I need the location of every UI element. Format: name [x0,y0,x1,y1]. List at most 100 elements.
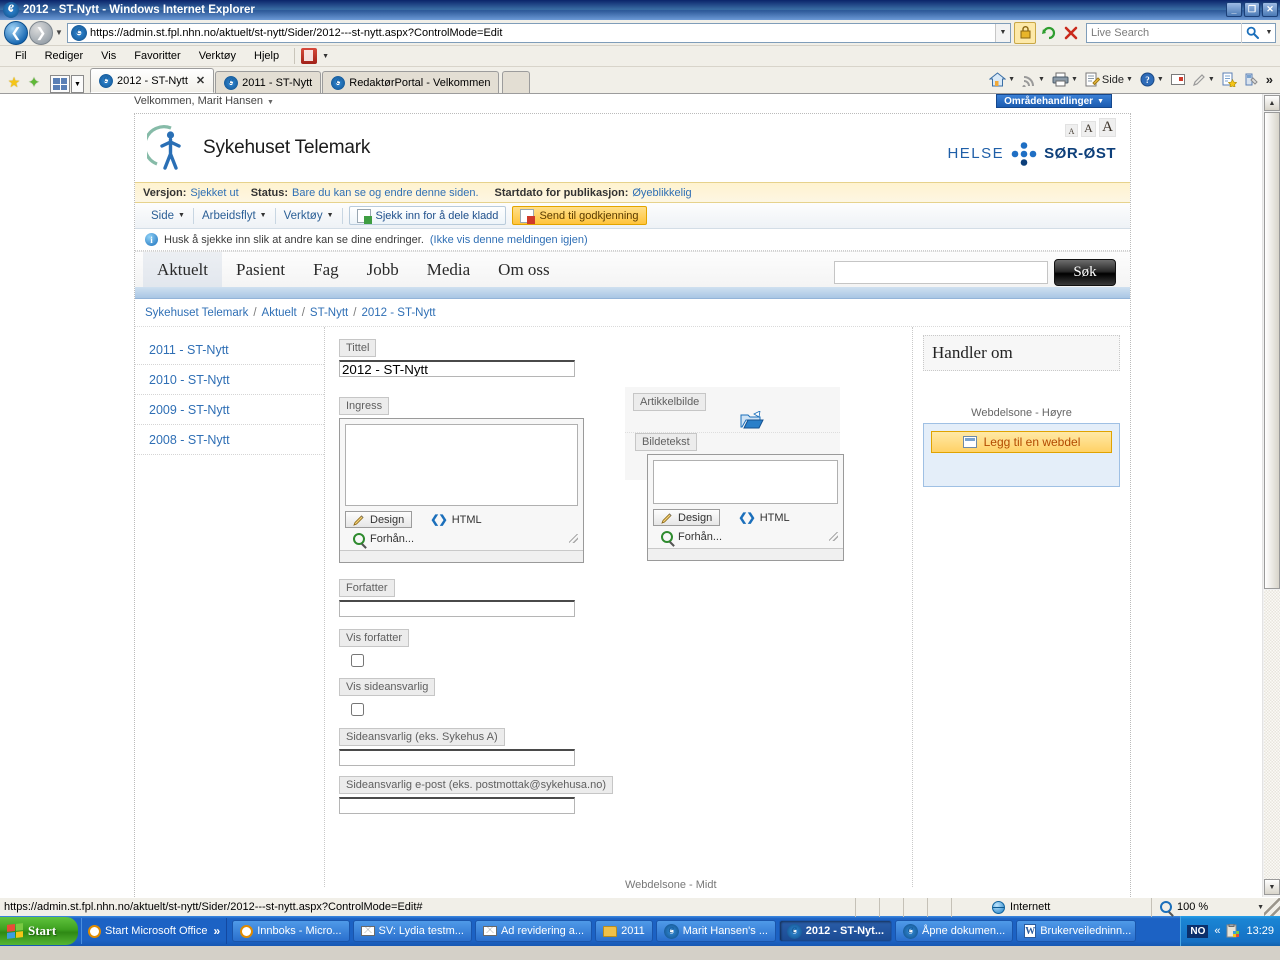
font-size-large-button[interactable]: A [1099,118,1116,137]
add-to-favorites-bar-button[interactable] [1219,69,1240,91]
favorites-star-icon[interactable]: ★ [4,71,24,93]
welcome-menu[interactable]: Velkommen, Marit Hansen ▼ [134,95,274,107]
ribbon-menu-side[interactable]: Side ▼ [143,210,193,222]
page-scrollbar[interactable]: ▲ ▼ [1262,94,1280,897]
breadcrumb-item-1[interactable]: Aktuelt [262,307,297,319]
tittel-input[interactable] [339,360,575,377]
scrollbar-track[interactable] [1264,590,1280,879]
hide-message-link[interactable]: (Ikke vis denne meldingen igjen) [430,234,588,246]
taskbar-task-3[interactable]: 2011 [595,920,653,942]
chevron-down-icon[interactable]: ▼ [1038,76,1045,83]
safety-button[interactable] [1168,69,1188,91]
left-nav-item-2009[interactable]: 2009 - ST-Nytt [135,395,324,425]
bildetekst-preview-button[interactable]: Forhån... [653,528,730,545]
restore-button[interactable]: ❐ [1244,2,1260,17]
url-bar[interactable]: https://admin.st.fpl.nhn.no/aktuelt/st-n… [67,22,1011,43]
resize-grip-icon[interactable] [569,534,578,543]
left-nav-item-2011[interactable]: 2011 - ST-Nytt [135,335,324,365]
back-button[interactable]: ❮ [4,20,28,45]
help-button[interactable]: ? ▼ [1137,69,1167,91]
add-webpart-button[interactable]: Legg til en webdel [931,431,1112,453]
taskbar-task-4[interactable]: Marit Hansen's ... [655,920,776,942]
taskbar-task-1[interactable]: SV: Lydia testm... [352,920,472,942]
forfatter-input[interactable] [339,600,575,617]
ribbon-menu-verktoy[interactable]: Verktøy ▼ [276,210,342,222]
ingress-html-button[interactable]: ❮❯ HTML [422,511,489,528]
tray-expand-icon[interactable]: « [1214,925,1220,937]
edit-button[interactable]: ▼ [1189,69,1218,91]
chevron-down-icon[interactable]: ▼ [1208,76,1215,83]
quick-tabs-button[interactable] [50,75,70,93]
sideansvarlig-epost-input[interactable] [339,797,575,814]
ribbon-menu-arbeidsflyt[interactable]: Arbeidsflyt ▼ [194,210,275,222]
bildetekst-html-button[interactable]: ❮❯ HTML [730,509,797,526]
open-folder-icon[interactable] [740,410,764,429]
ingress-design-button[interactable]: Design [345,511,413,528]
menu-item-vis[interactable]: Vis [92,48,125,64]
quick-launch-office[interactable]: Start Microsoft Office [88,924,208,938]
bildetekst-design-button[interactable]: Design [653,509,721,526]
refresh-button[interactable] [1037,22,1059,44]
tools-button[interactable] [1241,69,1262,91]
tray-app-icon[interactable] [1226,923,1240,938]
home-button[interactable]: ▼ [986,69,1018,91]
nav-item-fag[interactable]: Fag [299,252,353,287]
tab-list-dropdown-icon[interactable]: ▼ [71,75,84,93]
taskbar-task-6[interactable]: Åpne dokumen... [895,920,1014,942]
close-button[interactable]: ✕ [1262,2,1278,17]
menu-item-favoritter[interactable]: Favoritter [125,48,189,64]
pdf-toolbar-icon[interactable] [301,48,318,64]
nav-item-om-oss[interactable]: Om oss [484,252,563,287]
live-search-box[interactable]: Live Search ▼ [1086,22,1276,43]
site-actions-button[interactable]: Områdehandlinger ▼ [996,94,1112,108]
font-size-small-button[interactable]: A [1065,124,1078,137]
menu-item-verktoy[interactable]: Verktøy [190,48,245,64]
ingress-preview-button[interactable]: Forhån... [345,530,422,547]
scroll-down-button[interactable]: ▼ [1264,879,1280,895]
font-size-medium-button[interactable]: A [1081,121,1096,137]
taskbar-task-2[interactable]: Ad revidering a... [474,920,593,942]
check-in-button[interactable]: Sjekk inn for å dele kladd [348,206,507,225]
nav-item-pasient[interactable]: Pasient [222,252,299,287]
language-indicator[interactable]: NO [1187,924,1209,938]
breadcrumb-item-2[interactable]: ST-Nytt [310,307,348,319]
nav-item-media[interactable]: Media [413,252,484,287]
scrollbar-thumb[interactable] [1264,112,1280,589]
nav-item-aktuelt[interactable]: Aktuelt [143,252,222,287]
bildetekst-edit-area[interactable] [653,460,838,504]
recent-pages-dropdown-icon[interactable]: ▼ [53,28,65,37]
menu-item-fil[interactable]: Fil [6,48,36,64]
new-tab-button[interactable] [502,71,531,93]
page-menu-button[interactable]: Side ▼ [1082,69,1136,91]
stop-button[interactable] [1060,22,1082,44]
taskbar-task-0[interactable]: Innboks - Micro... [232,920,350,942]
site-search-input[interactable] [834,261,1048,284]
scroll-up-button[interactable]: ▲ [1264,95,1280,111]
security-zone[interactable]: Internett [952,897,1152,917]
browser-tab-0[interactable]: 2012 - ST-Nytt ✕ [90,68,215,93]
print-button[interactable]: ▼ [1049,69,1081,91]
breadcrumb-item-0[interactable]: Sykehuset Telemark [145,307,248,319]
security-lock-icon[interactable] [1014,21,1036,44]
menu-item-rediger[interactable]: Rediger [36,48,93,64]
chevron-down-icon[interactable]: ▼ [1008,76,1015,83]
minimize-button[interactable]: _ [1226,2,1242,17]
ingress-edit-area[interactable] [345,424,578,506]
chevron-down-icon[interactable]: ▼ [267,99,274,106]
nav-item-jobb[interactable]: Jobb [353,252,413,287]
pdf-dropdown-icon[interactable]: ▼ [322,53,329,60]
sideansvarlig-input[interactable] [339,749,575,766]
chevron-down-icon[interactable]: ▼ [1071,76,1078,83]
start-button[interactable]: Start [0,917,78,945]
search-provider-dropdown-icon[interactable]: ▼ [1263,29,1275,36]
feeds-button[interactable]: ▼ [1019,69,1048,91]
resize-grip-icon[interactable] [829,532,838,541]
toolbar-overflow-icon[interactable]: » [1263,69,1276,91]
taskbar-task-7[interactable]: W Brukerveiledninn... [1016,920,1137,942]
chevron-down-icon[interactable]: ▼ [1126,76,1133,83]
system-clock[interactable]: 13:29 [1246,925,1274,937]
url-history-dropdown-icon[interactable]: ▼ [995,23,1010,42]
search-icon[interactable] [1241,22,1263,43]
taskbar-task-5[interactable]: 2012 - ST-Nyt... [778,920,893,942]
browser-tab-1[interactable]: 2011 - ST-Nytt [215,71,322,93]
